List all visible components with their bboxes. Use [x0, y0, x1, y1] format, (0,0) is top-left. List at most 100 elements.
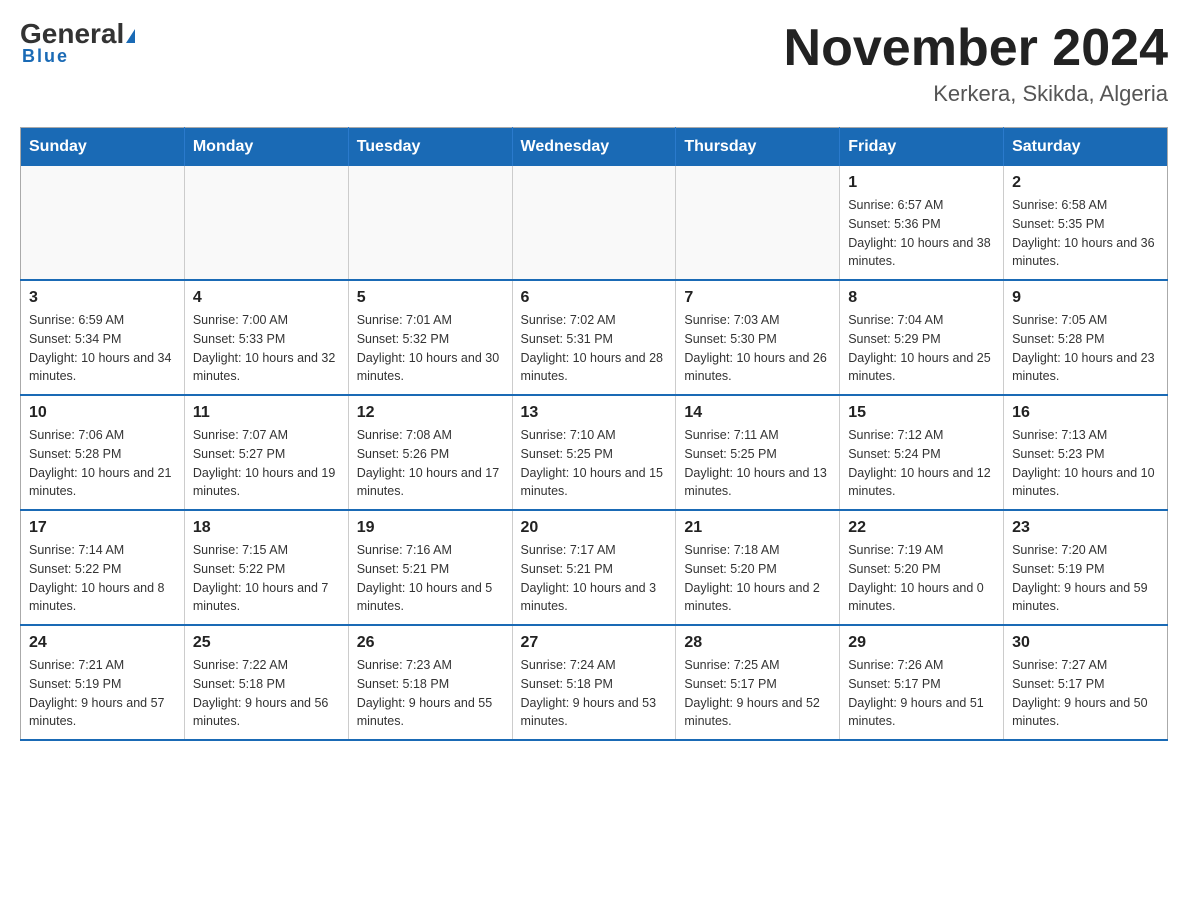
- calendar-cell: 27Sunrise: 7:24 AM Sunset: 5:18 PM Dayli…: [512, 625, 676, 740]
- calendar-cell: 4 Sunrise: 7:00 AM Sunset: 5:33 PM Daylig…: [184, 280, 348, 395]
- day-number: 3: [29, 289, 176, 307]
- calendar-weekday-friday: Friday: [840, 128, 1004, 167]
- calendar-week-3: 10 Sunrise: 7:06 AM Sunset: 5:28 PM Dayli…: [21, 395, 1168, 510]
- calendar-cell: 1 Sunrise: 6:57 AM Sunset: 5:36 PM Daylig…: [840, 166, 1004, 280]
- calendar-cell: [348, 166, 512, 280]
- day-info: Sunrise: 7:00 AM Sunset: 5:33 PM Dayligh…: [193, 311, 340, 386]
- day-info: Sunrise: 7:23 AM Sunset: 5:18 PM Dayligh…: [357, 656, 504, 731]
- day-info: Sunrise: 7:25 AM Sunset: 5:17 PM Dayligh…: [684, 656, 831, 731]
- calendar-cell: 7 Sunrise: 7:03 AM Sunset: 5:30 PM Daylig…: [676, 280, 840, 395]
- calendar-cell: 19 Sunrise: 7:16 AM Sunset: 5:21 PM Dayli…: [348, 510, 512, 625]
- day-info: Sunrise: 7:12 AM Sunset: 5:24 PM Dayligh…: [848, 426, 995, 501]
- day-number: 7: [684, 289, 831, 307]
- day-info: Sunrise: 7:18 AM Sunset: 5:20 PM Dayligh…: [684, 541, 831, 616]
- day-info: Sunrise: 7:08 AM Sunset: 5:26 PM Dayligh…: [357, 426, 504, 501]
- calendar-cell: 17 Sunrise: 7:14 AM Sunset: 5:22 PM Dayli…: [21, 510, 185, 625]
- day-info: Sunrise: 7:21 AM Sunset: 5:19 PM Dayligh…: [29, 656, 176, 731]
- day-number: 17: [29, 519, 176, 537]
- calendar-table: SundayMondayTuesdayWednesdayThursdayFrid…: [20, 127, 1168, 741]
- day-number: 10: [29, 404, 176, 422]
- calendar-cell: 10 Sunrise: 7:06 AM Sunset: 5:28 PM Dayli…: [21, 395, 185, 510]
- calendar-cell: 6Sunrise: 7:02 AM Sunset: 5:31 PM Daylig…: [512, 280, 676, 395]
- calendar-cell: 29Sunrise: 7:26 AM Sunset: 5:17 PM Dayli…: [840, 625, 1004, 740]
- day-info: Sunrise: 7:01 AM Sunset: 5:32 PM Dayligh…: [357, 311, 504, 386]
- calendar-week-2: 3 Sunrise: 6:59 AM Sunset: 5:34 PM Daylig…: [21, 280, 1168, 395]
- calendar-cell: 26Sunrise: 7:23 AM Sunset: 5:18 PM Dayli…: [348, 625, 512, 740]
- calendar-weekday-monday: Monday: [184, 128, 348, 167]
- calendar-cell: 15 Sunrise: 7:12 AM Sunset: 5:24 PM Dayli…: [840, 395, 1004, 510]
- calendar-cell: 11Sunrise: 7:07 AM Sunset: 5:27 PM Dayli…: [184, 395, 348, 510]
- page-header: General Blue November 2024 Kerkera, Skik…: [20, 20, 1168, 107]
- month-title: November 2024: [784, 20, 1168, 77]
- calendar-cell: 14 Sunrise: 7:11 AM Sunset: 5:25 PM Dayli…: [676, 395, 840, 510]
- day-info: Sunrise: 7:13 AM Sunset: 5:23 PM Dayligh…: [1012, 426, 1159, 501]
- calendar-cell: 9 Sunrise: 7:05 AM Sunset: 5:28 PM Daylig…: [1004, 280, 1168, 395]
- calendar-cell: 21 Sunrise: 7:18 AM Sunset: 5:20 PM Dayli…: [676, 510, 840, 625]
- calendar-cell: 13Sunrise: 7:10 AM Sunset: 5:25 PM Dayli…: [512, 395, 676, 510]
- day-number: 2: [1012, 174, 1159, 192]
- calendar-cell: 16 Sunrise: 7:13 AM Sunset: 5:23 PM Dayli…: [1004, 395, 1168, 510]
- day-number: 11: [193, 404, 340, 422]
- day-info: Sunrise: 7:16 AM Sunset: 5:21 PM Dayligh…: [357, 541, 504, 616]
- day-number: 9: [1012, 289, 1159, 307]
- day-info: Sunrise: 7:17 AM Sunset: 5:21 PM Dayligh…: [521, 541, 668, 616]
- day-number: 24: [29, 634, 176, 652]
- calendar-week-5: 24 Sunrise: 7:21 AM Sunset: 5:19 PM Dayli…: [21, 625, 1168, 740]
- calendar-cell: 20Sunrise: 7:17 AM Sunset: 5:21 PM Dayli…: [512, 510, 676, 625]
- calendar-weekday-thursday: Thursday: [676, 128, 840, 167]
- calendar-cell: [512, 166, 676, 280]
- day-number: 18: [193, 519, 340, 537]
- day-number: 6: [521, 289, 668, 307]
- day-number: 16: [1012, 404, 1159, 422]
- day-number: 22: [848, 519, 995, 537]
- day-number: 12: [357, 404, 504, 422]
- day-number: 8: [848, 289, 995, 307]
- calendar-cell: 18 Sunrise: 7:15 AM Sunset: 5:22 PM Dayli…: [184, 510, 348, 625]
- logo-sub-text: Blue: [22, 46, 69, 67]
- day-info: Sunrise: 6:57 AM Sunset: 5:36 PM Dayligh…: [848, 196, 995, 271]
- day-info: Sunrise: 7:27 AM Sunset: 5:17 PM Dayligh…: [1012, 656, 1159, 731]
- calendar-cell: 3 Sunrise: 6:59 AM Sunset: 5:34 PM Daylig…: [21, 280, 185, 395]
- day-number: 1: [848, 174, 995, 192]
- day-info: Sunrise: 7:22 AM Sunset: 5:18 PM Dayligh…: [193, 656, 340, 731]
- calendar-cell: [676, 166, 840, 280]
- calendar-cell: 25Sunrise: 7:22 AM Sunset: 5:18 PM Dayli…: [184, 625, 348, 740]
- calendar-cell: 8 Sunrise: 7:04 AM Sunset: 5:29 PM Daylig…: [840, 280, 1004, 395]
- calendar-weekday-sunday: Sunday: [21, 128, 185, 167]
- calendar-cell: 2 Sunrise: 6:58 AM Sunset: 5:35 PM Daylig…: [1004, 166, 1168, 280]
- day-number: 21: [684, 519, 831, 537]
- location-text: Kerkera, Skikda, Algeria: [784, 81, 1168, 107]
- calendar-cell: 22 Sunrise: 7:19 AM Sunset: 5:20 PM Dayli…: [840, 510, 1004, 625]
- title-section: November 2024 Kerkera, Skikda, Algeria: [784, 20, 1168, 107]
- day-info: Sunrise: 7:15 AM Sunset: 5:22 PM Dayligh…: [193, 541, 340, 616]
- day-info: Sunrise: 7:19 AM Sunset: 5:20 PM Dayligh…: [848, 541, 995, 616]
- calendar-cell: 28Sunrise: 7:25 AM Sunset: 5:17 PM Dayli…: [676, 625, 840, 740]
- day-number: 4: [193, 289, 340, 307]
- day-info: Sunrise: 7:20 AM Sunset: 5:19 PM Dayligh…: [1012, 541, 1159, 616]
- day-info: Sunrise: 7:10 AM Sunset: 5:25 PM Dayligh…: [521, 426, 668, 501]
- day-number: 27: [521, 634, 668, 652]
- calendar-week-1: 1 Sunrise: 6:57 AM Sunset: 5:36 PM Daylig…: [21, 166, 1168, 280]
- calendar-header-row: SundayMondayTuesdayWednesdayThursdayFrid…: [21, 128, 1168, 167]
- day-info: Sunrise: 6:59 AM Sunset: 5:34 PM Dayligh…: [29, 311, 176, 386]
- day-info: Sunrise: 7:11 AM Sunset: 5:25 PM Dayligh…: [684, 426, 831, 501]
- day-number: 29: [848, 634, 995, 652]
- logo: General Blue: [20, 20, 135, 67]
- calendar-week-4: 17 Sunrise: 7:14 AM Sunset: 5:22 PM Dayli…: [21, 510, 1168, 625]
- logo-main-text: General: [20, 20, 135, 48]
- day-number: 5: [357, 289, 504, 307]
- day-info: Sunrise: 7:05 AM Sunset: 5:28 PM Dayligh…: [1012, 311, 1159, 386]
- day-info: Sunrise: 7:03 AM Sunset: 5:30 PM Dayligh…: [684, 311, 831, 386]
- day-info: Sunrise: 6:58 AM Sunset: 5:35 PM Dayligh…: [1012, 196, 1159, 271]
- day-info: Sunrise: 7:04 AM Sunset: 5:29 PM Dayligh…: [848, 311, 995, 386]
- day-info: Sunrise: 7:14 AM Sunset: 5:22 PM Dayligh…: [29, 541, 176, 616]
- day-number: 15: [848, 404, 995, 422]
- day-number: 23: [1012, 519, 1159, 537]
- day-number: 19: [357, 519, 504, 537]
- calendar-cell: 23 Sunrise: 7:20 AM Sunset: 5:19 PM Dayli…: [1004, 510, 1168, 625]
- calendar-cell: 30Sunrise: 7:27 AM Sunset: 5:17 PM Dayli…: [1004, 625, 1168, 740]
- day-number: 14: [684, 404, 831, 422]
- calendar-weekday-wednesday: Wednesday: [512, 128, 676, 167]
- day-info: Sunrise: 7:06 AM Sunset: 5:28 PM Dayligh…: [29, 426, 176, 501]
- calendar-cell: [21, 166, 185, 280]
